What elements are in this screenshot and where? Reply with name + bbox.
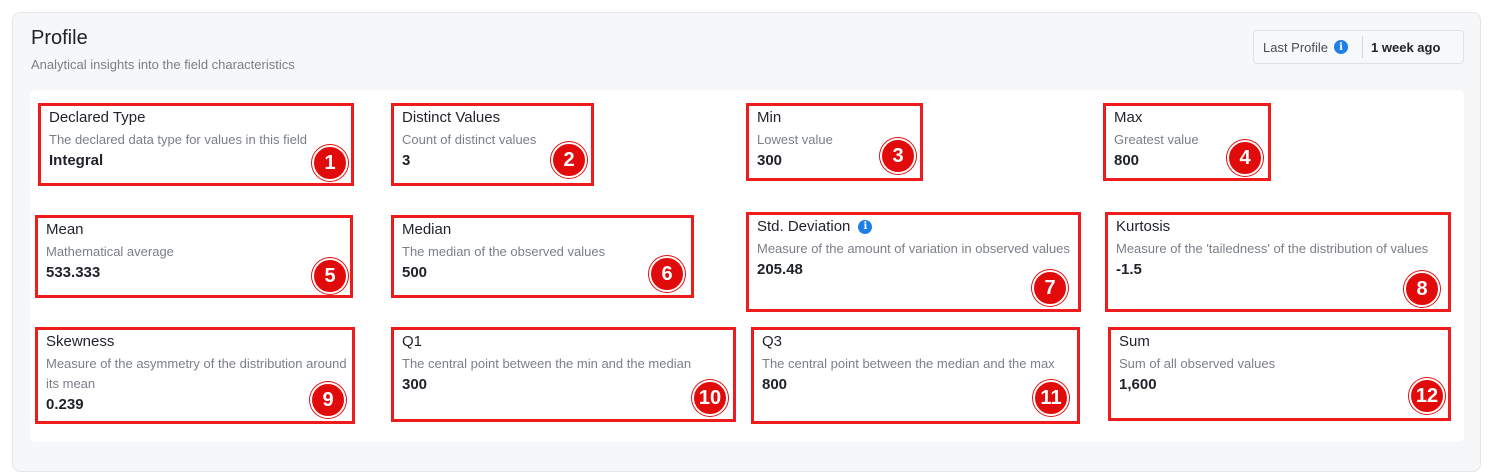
info-icon[interactable]: i	[858, 219, 873, 234]
annotation-badge: 2	[551, 142, 587, 178]
metric-title: Mean	[46, 221, 84, 238]
metric-title: Declared Type	[49, 109, 146, 126]
metric-title: Std. Deviation	[757, 218, 851, 235]
divider	[1362, 36, 1364, 58]
metric-title: Skewness	[46, 333, 115, 350]
metric-title: Min	[757, 109, 782, 126]
metric-description: The median of the observed values	[402, 244, 606, 259]
last-profile-indicator: Last Profile i 1 week ago	[1253, 30, 1464, 64]
annotation-badge: 12	[1409, 378, 1445, 414]
metric-title: Median	[402, 221, 452, 238]
metric-title: Distinct Values	[402, 109, 501, 126]
metric-value: 0.239	[46, 396, 84, 413]
annotation-badge: 6	[649, 256, 685, 292]
profile-panel: Profile Analytical insights into the fie…	[12, 12, 1481, 472]
annotation-badge: 4	[1227, 140, 1263, 176]
page-title: Profile	[31, 27, 88, 49]
metric-description: Measure of the asymmetry of the distribu…	[46, 356, 347, 391]
metric-description: Sum of all observed values	[1119, 356, 1276, 371]
annotation-badge: 1	[312, 145, 348, 181]
metric-title: Kurtosis	[1116, 218, 1171, 235]
annotation-badge: 5	[312, 258, 348, 294]
metric-sum: Sum Sum of all observed values 1,600	[1108, 327, 1451, 421]
metric-std-deviation: Std. Deviation i Measure of the amount o…	[746, 212, 1081, 312]
metric-value: 1,600	[1119, 376, 1157, 393]
metric-value: 533.333	[46, 264, 101, 281]
info-icon[interactable]: i	[1334, 40, 1349, 54]
metric-value: Integral	[49, 152, 104, 169]
annotation-badge: 11	[1033, 380, 1069, 416]
metric-value: 800	[762, 376, 788, 393]
metric-mean: Mean Mathematical average 533.333	[35, 215, 353, 298]
metric-description: The central point between the min and th…	[402, 356, 692, 371]
metric-value: -1.5	[1116, 261, 1142, 278]
metric-declared-type: Declared Type The declared data type for…	[38, 103, 354, 186]
metric-description: The central point between the median and…	[762, 356, 1055, 371]
annotation-badge: 3	[880, 138, 916, 174]
metric-value: 300	[402, 376, 428, 393]
metric-title-row: Std. Deviation i	[757, 218, 1078, 235]
last-profile-label: Last Profile	[1263, 39, 1329, 55]
annotation-badge: 9	[310, 382, 346, 418]
metric-median: Median The median of the observed values…	[391, 215, 694, 298]
metric-title: Q3	[762, 333, 783, 350]
page-subtitle: Analytical insights into the field chara…	[31, 57, 295, 72]
metric-value: 500	[402, 264, 428, 281]
metric-kurtosis: Kurtosis Measure of the 'tailedness' of …	[1105, 212, 1451, 312]
annotation-badge: 10	[692, 380, 728, 416]
annotation-badge: 8	[1404, 271, 1440, 307]
metric-description: Mathematical average	[46, 244, 174, 259]
last-profile-value: 1 week ago	[1371, 39, 1441, 55]
metric-title: Sum	[1119, 333, 1150, 350]
metric-description: Measure of the amount of variation in ob…	[757, 241, 1070, 256]
metrics-card: Declared Type The declared data type for…	[30, 90, 1464, 442]
metric-skewness: Skewness Measure of the asymmetry of the…	[35, 327, 355, 424]
metric-description: The declared data type for values in thi…	[49, 132, 307, 147]
metric-title: Max	[1114, 109, 1143, 126]
metric-value: 205.48	[757, 261, 803, 278]
metric-title: Q1	[402, 333, 423, 350]
metric-description: Measure of the 'tailedness' of the distr…	[1116, 241, 1429, 256]
metric-q3: Q3 The central point between the median …	[751, 327, 1080, 424]
metric-q1: Q1 The central point between the min and…	[391, 327, 736, 422]
annotation-badge: 7	[1032, 270, 1068, 306]
